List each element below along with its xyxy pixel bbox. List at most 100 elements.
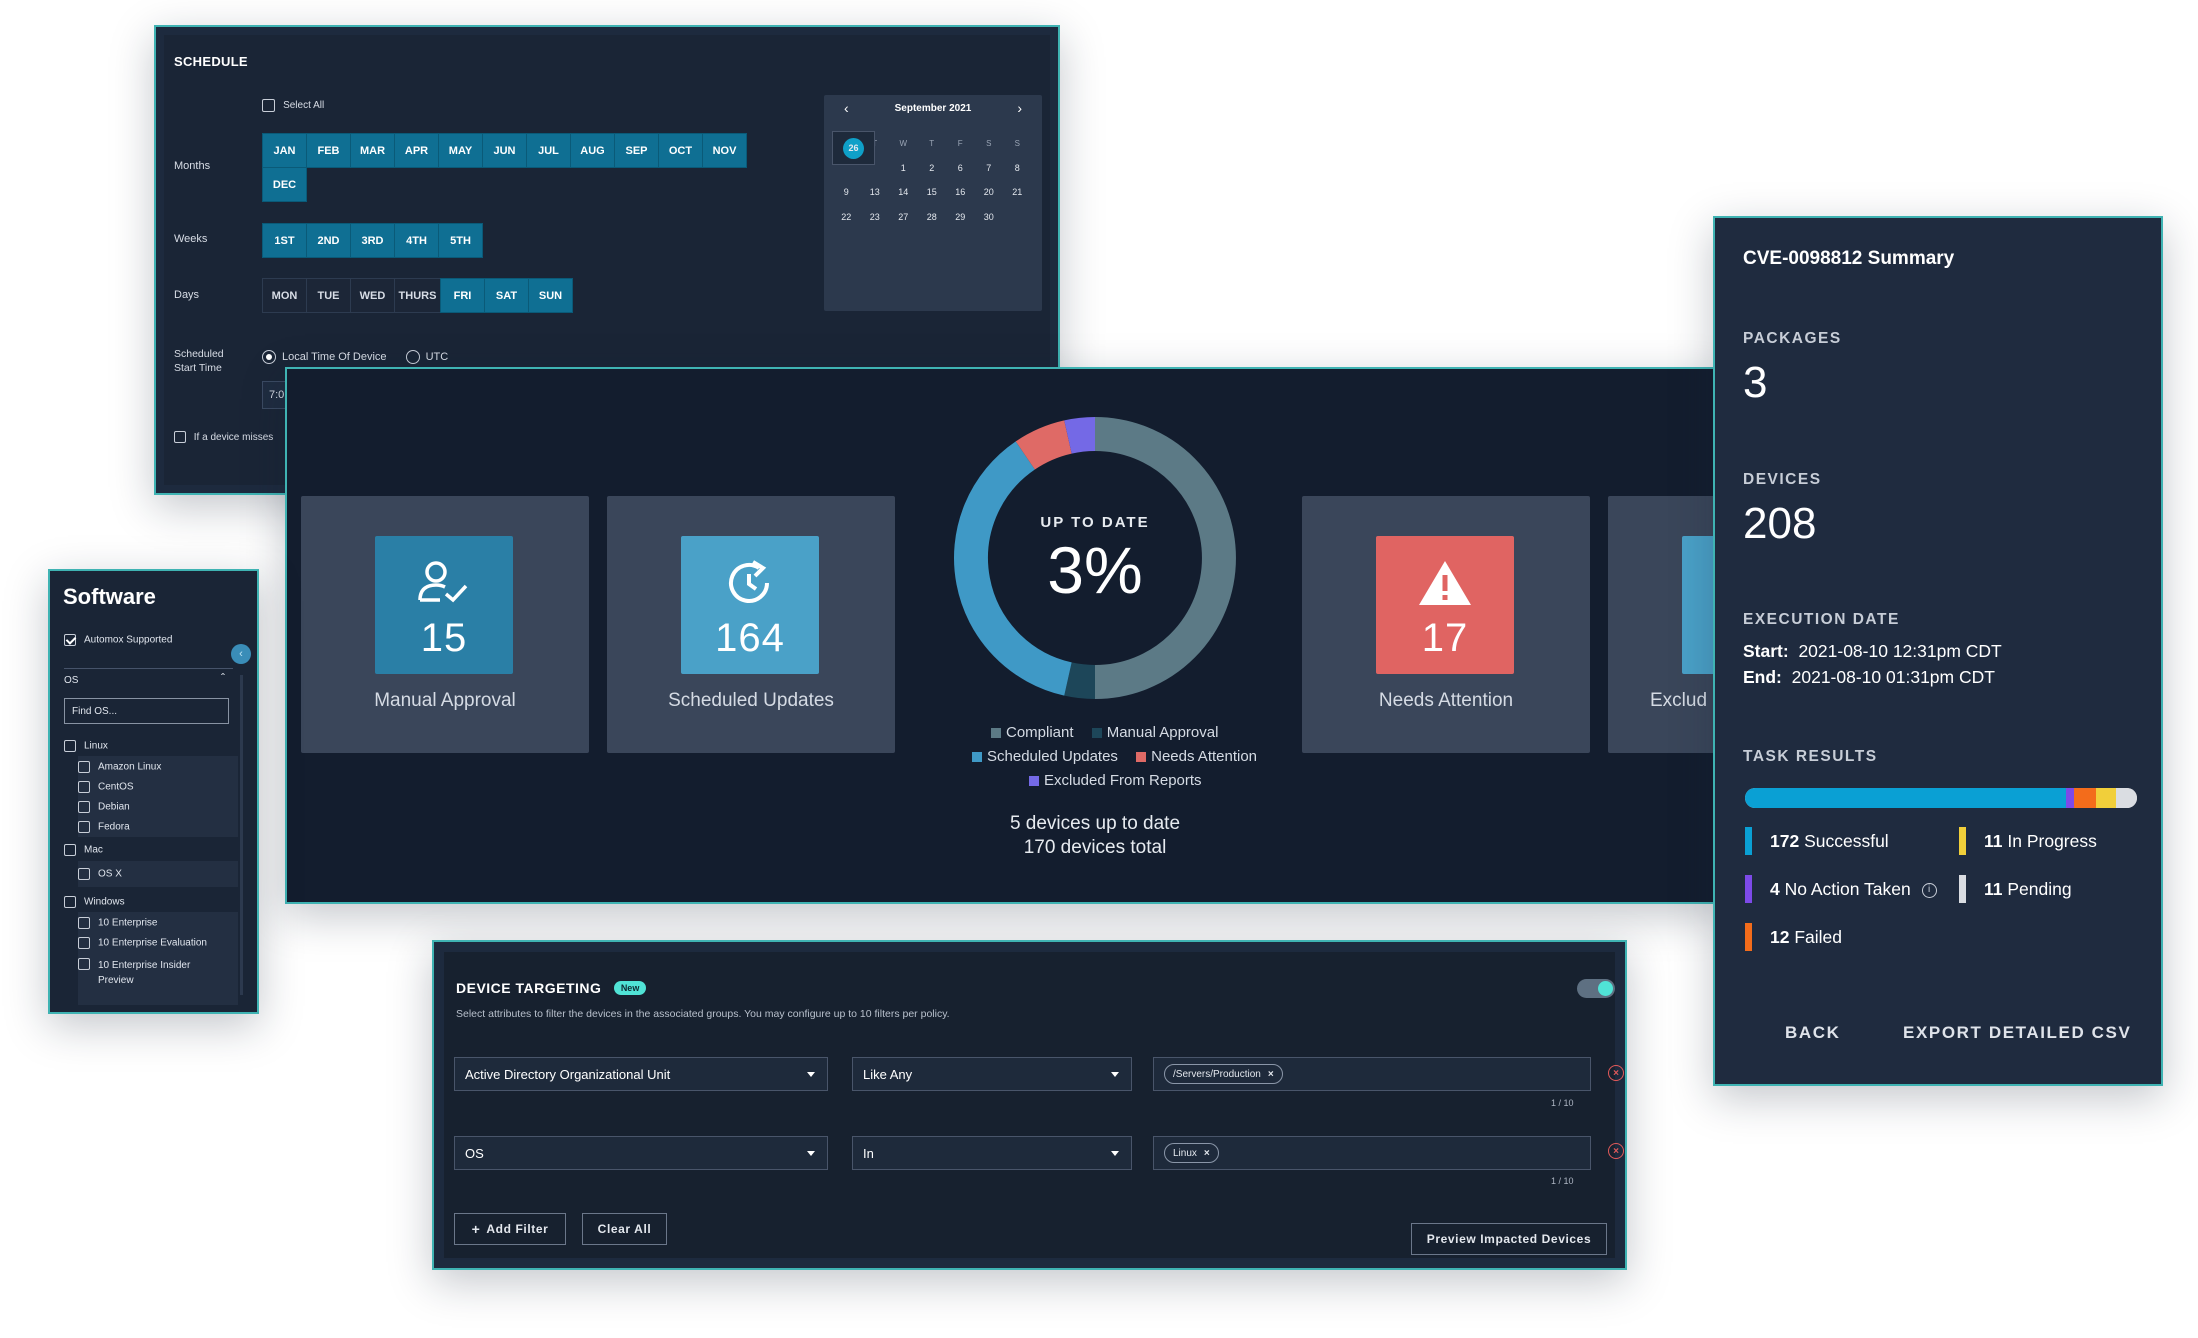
os-item[interactable]: Debian	[78, 801, 130, 813]
select-all-checkbox[interactable]	[262, 98, 275, 112]
os-item-checkbox[interactable]	[78, 781, 90, 793]
scrollbar[interactable]	[240, 675, 243, 995]
calendar-day[interactable]: 16	[946, 180, 975, 205]
chevron-right-icon[interactable]: ›	[1017, 100, 1022, 116]
calendar-day[interactable]: 9	[832, 180, 861, 205]
card-excluded[interactable]: Exclud	[1608, 496, 1725, 753]
info-icon[interactable]: i	[1921, 882, 1937, 898]
group-checkbox[interactable]	[64, 740, 76, 752]
chip-jan[interactable]: JAN	[262, 133, 307, 168]
chip-fri[interactable]: FRI	[440, 278, 485, 313]
chip-dec[interactable]: DEC	[262, 167, 307, 202]
chip-4th[interactable]: 4TH	[394, 223, 439, 258]
calendar-day[interactable]: 2	[918, 156, 947, 181]
card-needs-attention[interactable]: 17 Needs Attention	[1302, 496, 1590, 753]
operator-select-1[interactable]: Like Any	[852, 1057, 1132, 1091]
calendar-day[interactable]: 6	[946, 156, 975, 181]
os-item[interactable]: Amazon Linux	[78, 761, 161, 773]
attribute-select-1[interactable]: Active Directory Organizational Unit	[454, 1057, 828, 1091]
clear-all-button[interactable]: Clear All	[582, 1213, 667, 1245]
chip-5th[interactable]: 5TH	[438, 223, 483, 258]
chip-apr[interactable]: APR	[394, 133, 439, 168]
tz-utc-radio[interactable]	[405, 350, 420, 365]
calendar-day[interactable]: 28	[918, 205, 947, 230]
chip-feb[interactable]: FEB	[306, 133, 351, 168]
os-item-checkbox[interactable]	[78, 821, 90, 833]
chip-oct[interactable]: OCT	[658, 133, 703, 168]
operator-select-2[interactable]: In	[852, 1136, 1132, 1170]
values-input-1[interactable]: /Servers/Production ×	[1153, 1057, 1591, 1091]
find-os-input[interactable]: Find OS...	[64, 698, 229, 724]
calendar-day[interactable]: 20	[975, 180, 1004, 205]
calendar-day[interactable]: 30	[975, 205, 1004, 230]
calendar-day[interactable]: 21	[1003, 180, 1032, 205]
donut-segment-needs-attention[interactable]	[1015, 420, 1073, 470]
os-item[interactable]: 10 Enterprise Evaluation	[78, 937, 207, 949]
chip-jun[interactable]: JUN	[482, 133, 527, 168]
donut-segment-excluded-from-reports[interactable]	[1064, 417, 1096, 454]
os-section-header[interactable]: OS	[64, 675, 78, 686]
calendar-day[interactable]: 22	[832, 205, 861, 230]
chip-3rd[interactable]: 3RD	[350, 223, 395, 258]
calendar-day[interactable]: 8	[1003, 156, 1032, 181]
os-item-checkbox[interactable]	[78, 937, 90, 949]
chip-aug[interactable]: AUG	[570, 133, 615, 168]
chip-nov[interactable]: NOV	[702, 133, 747, 168]
card-manual-approval[interactable]: 15 Manual Approval	[301, 496, 589, 753]
chip-mar[interactable]: MAR	[350, 133, 395, 168]
os-item[interactable]: OS X	[78, 868, 122, 880]
donut-segment-manual-approval[interactable]	[1064, 662, 1096, 699]
remove-filter-icon[interactable]: ×	[1608, 1143, 1624, 1159]
select-all-row[interactable]: Select All	[262, 98, 324, 113]
chip-may[interactable]: MAY	[438, 133, 483, 168]
os-item[interactable]: 10 Enterprise Insider Preview	[78, 958, 190, 988]
chip-sep[interactable]: SEP	[614, 133, 659, 168]
calendar-day[interactable]: 14	[889, 180, 918, 205]
group-mac[interactable]: Mac	[64, 844, 103, 856]
remove-tag-icon[interactable]: ×	[1268, 1069, 1274, 1080]
add-filter-button[interactable]: + Add Filter	[454, 1213, 566, 1245]
group-checkbox[interactable]	[64, 844, 76, 856]
calendar-day[interactable]: 26	[832, 131, 875, 165]
chevron-up-icon[interactable]: ˆ	[221, 671, 225, 685]
calendar-day[interactable]: 7	[975, 156, 1004, 181]
chip-sat[interactable]: SAT	[484, 278, 529, 313]
calendar-day[interactable]: 23	[861, 205, 890, 230]
chip-mon[interactable]: MON	[262, 278, 307, 313]
missed-checkbox[interactable]	[174, 431, 186, 444]
group-checkbox[interactable]	[64, 896, 76, 908]
tz-local-radio[interactable]	[262, 350, 276, 365]
group-linux[interactable]: Linux	[64, 740, 108, 752]
automox-supported-row[interactable]: Automox Supported	[64, 634, 172, 646]
back-button[interactable]: BACK	[1785, 1023, 1841, 1043]
os-item-checkbox[interactable]	[78, 868, 90, 880]
attribute-select-2[interactable]: OS	[454, 1136, 828, 1170]
chip-sun[interactable]: SUN	[528, 278, 573, 313]
os-item-checkbox[interactable]	[78, 917, 90, 929]
preview-devices-button[interactable]: Preview Impacted Devices	[1411, 1223, 1607, 1255]
calendar-day[interactable]: 15	[918, 180, 947, 205]
os-item[interactable]: 10 Enterprise	[78, 917, 157, 929]
export-csv-button[interactable]: EXPORT DETAILED CSV	[1903, 1023, 2131, 1043]
os-item[interactable]: CentOS	[78, 781, 134, 793]
os-item-checkbox[interactable]	[78, 761, 90, 773]
os-item[interactable]: Fedora	[78, 821, 130, 833]
chip-1st[interactable]: 1ST	[262, 223, 307, 258]
collapse-sidebar-button[interactable]: ‹	[231, 644, 251, 664]
card-scheduled-updates[interactable]: 164 Scheduled Updates	[607, 496, 895, 753]
chip-wed[interactable]: WED	[350, 278, 395, 313]
os-item-checkbox[interactable]	[78, 801, 90, 813]
targeting-toggle[interactable]	[1577, 979, 1615, 998]
values-input-2[interactable]: Linux ×	[1153, 1136, 1591, 1170]
remove-filter-icon[interactable]: ×	[1608, 1065, 1624, 1081]
chip-thurs[interactable]: THURS	[394, 278, 441, 313]
chip-jul[interactable]: JUL	[526, 133, 571, 168]
automox-supported-checkbox[interactable]	[64, 634, 76, 646]
group-windows[interactable]: Windows	[64, 896, 125, 908]
os-item-checkbox[interactable]	[78, 958, 90, 970]
chip-2nd[interactable]: 2ND	[306, 223, 351, 258]
calendar-day[interactable]: 13	[861, 180, 890, 205]
calendar-day[interactable]: 1	[889, 156, 918, 181]
chip-tue[interactable]: TUE	[306, 278, 351, 313]
calendar-day[interactable]: 29	[946, 205, 975, 230]
